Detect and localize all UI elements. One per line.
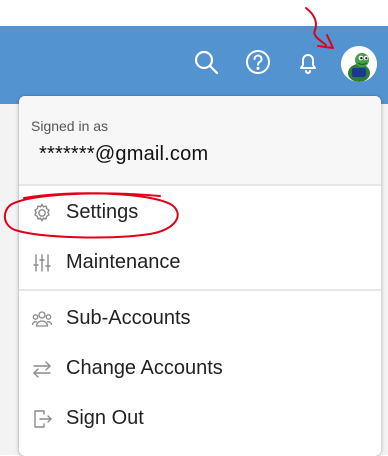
- help-icon[interactable]: [244, 48, 272, 76]
- menu-item-sub-accounts[interactable]: Sub-Accounts: [19, 296, 381, 342]
- avatar[interactable]: [341, 46, 377, 82]
- user-email: *******@gmail.com: [39, 143, 209, 165]
- account-dropdown-menu: Signed in as *******@gmail.com Settings …: [19, 96, 381, 456]
- menu-item-change-accounts[interactable]: Change Accounts: [19, 346, 381, 392]
- menu-item-label: Sign Out: [66, 407, 144, 429]
- bell-icon[interactable]: [294, 48, 322, 76]
- menu-divider: [19, 184, 381, 186]
- menu-item-label: Sub-Accounts: [66, 307, 191, 329]
- menu-item-label: Maintenance: [66, 251, 181, 273]
- sign-out-icon: [31, 408, 53, 430]
- signed-in-label: Signed in as: [31, 118, 109, 134]
- menu-item-sign-out[interactable]: Sign Out: [19, 396, 381, 442]
- search-icon[interactable]: [192, 48, 220, 76]
- menu-item-label: Settings: [66, 201, 139, 223]
- menu-divider: [19, 289, 381, 291]
- menu-item-settings[interactable]: Settings: [19, 190, 381, 236]
- signed-in-section: Signed in as *******@gmail.com: [19, 96, 381, 184]
- background-panel-right: [382, 104, 388, 455]
- sliders-icon: [31, 252, 53, 274]
- gear-icon: [31, 202, 53, 224]
- swap-arrows-icon: [31, 358, 53, 380]
- users-icon: [31, 308, 53, 330]
- menu-item-label: Change Accounts: [66, 357, 223, 379]
- menu-item-maintenance[interactable]: Maintenance: [19, 240, 381, 286]
